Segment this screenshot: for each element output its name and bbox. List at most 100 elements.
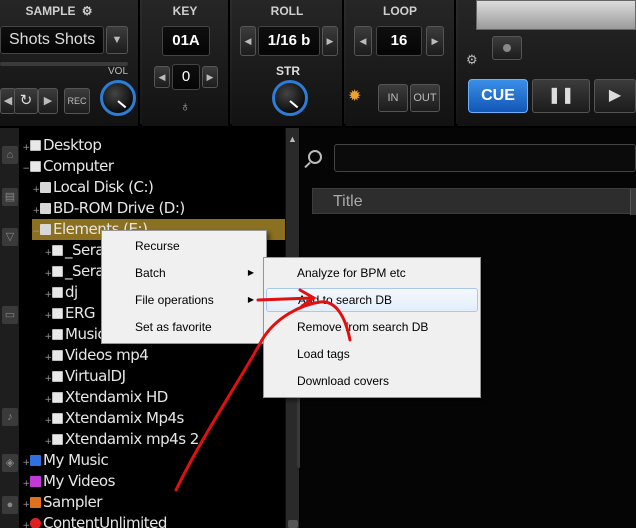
- roll-value[interactable]: 1/16 b: [258, 26, 320, 56]
- sample-select[interactable]: Shots Shots: [0, 26, 104, 54]
- key-down-button[interactable]: ◀: [154, 66, 170, 88]
- tree-item-label: _Sera: [65, 241, 105, 259]
- pause-button[interactable]: ❚❚: [532, 79, 590, 113]
- menu-item-recurse[interactable]: Recurse: [104, 234, 264, 258]
- menu-item-load-tags[interactable]: Load tags: [266, 342, 478, 366]
- tree-item-label: Local Disk (C:): [53, 178, 154, 196]
- tree-item-xtendamix-mp4s-2[interactable]: + Xtendamix mp4s 2: [44, 429, 285, 450]
- loop-title: LOOP: [382, 4, 417, 18]
- rec-button[interactable]: REC: [64, 88, 90, 114]
- gear-icon[interactable]: ⚙: [82, 4, 93, 18]
- loop-panel: LOOP ◀ 16 ▶ ✹ IN OUT: [346, 0, 456, 126]
- arrow-right-icon: ▶: [206, 72, 214, 82]
- loop-sample-button[interactable]: ↻: [14, 88, 38, 114]
- tree-item-contentunlimited[interactable]: + ContentUnlimited: [22, 513, 285, 528]
- tree-item-label: dj: [65, 283, 78, 301]
- tree-item-bd-rom[interactable]: + BD-ROM Drive (D:): [32, 198, 285, 219]
- disc-icon: [40, 203, 51, 214]
- tree-item-xtendamix-hd[interactable]: + Xtendamix HD: [44, 387, 285, 408]
- loop-out-button[interactable]: OUT: [410, 84, 440, 112]
- refresh-icon: ↻: [19, 92, 33, 109]
- key-pitch-value[interactable]: 0: [172, 64, 200, 90]
- folder-icon: [52, 266, 63, 277]
- loop-value[interactable]: 16: [376, 26, 422, 56]
- sampler-tool-icon[interactable]: ▤: [2, 188, 18, 206]
- roll-down-button[interactable]: ◀: [240, 26, 256, 56]
- play-sample-button[interactable]: ▶: [38, 88, 58, 114]
- search-input[interactable]: [334, 144, 636, 172]
- monitor-icon[interactable]: ▭: [2, 306, 18, 324]
- folder-icon: [52, 371, 63, 382]
- key-up-button[interactable]: ▶: [202, 66, 218, 88]
- column-header-title[interactable]: Title: [312, 188, 636, 215]
- play-button[interactable]: ▶: [594, 79, 636, 113]
- expand-icon[interactable]: +: [22, 516, 30, 528]
- loop-down-button[interactable]: ◀: [354, 26, 372, 56]
- music-note-icon[interactable]: ♪: [2, 408, 18, 426]
- drive-icon: [40, 224, 51, 235]
- menu-item-batch[interactable]: Batch ▶: [104, 261, 264, 285]
- tree-item-computer[interactable]: − Computer: [22, 156, 285, 177]
- menu-item-analyze-bpm[interactable]: Analyze for BPM etc: [266, 261, 478, 285]
- folder-icon: [52, 245, 63, 256]
- computer-icon: [30, 161, 41, 172]
- network-icon[interactable]: ⌂: [2, 146, 18, 164]
- key-title: KEY: [172, 4, 198, 18]
- collapse-icon[interactable]: −: [22, 159, 30, 180]
- menu-item-set-as-favorite[interactable]: Set as favorite: [104, 315, 264, 339]
- sample-dropdown-button[interactable]: ▼: [106, 26, 128, 54]
- tree-item-xtendamix-mp4s[interactable]: + Xtendamix Mp4s: [44, 408, 285, 429]
- str-knob[interactable]: [272, 80, 308, 116]
- roll-up-button[interactable]: ▶: [322, 26, 338, 56]
- arrow-left-icon: ◀: [359, 36, 367, 46]
- menu-item-file-operations[interactable]: File operations ▶: [104, 288, 264, 312]
- batch-submenu: Analyze for BPM etc Add to search DB Rem…: [263, 257, 481, 398]
- submenu-arrow-icon: ▶: [247, 268, 254, 277]
- filter-icon[interactable]: ▽: [2, 228, 18, 246]
- cue-button[interactable]: CUE: [468, 79, 528, 113]
- menu-item-label: Set as favorite: [135, 320, 212, 334]
- scroll-thumb[interactable]: [288, 520, 298, 528]
- tree-item-my-music[interactable]: + My Music: [22, 450, 285, 471]
- folder-icon: [52, 434, 63, 445]
- play-icon: ▶: [43, 95, 53, 107]
- tree-item-desktop[interactable]: + Desktop: [22, 135, 285, 156]
- submenu-arrow-icon: ▶: [247, 295, 254, 304]
- tree-item-sampler[interactable]: + Sampler: [22, 492, 285, 513]
- tree-item-label: VirtualDJ: [65, 367, 126, 385]
- loop-light-icon[interactable]: ✹: [348, 86, 361, 106]
- column-title-label: Title: [333, 193, 363, 210]
- tree-item-label: BD-ROM Drive (D:): [53, 199, 185, 217]
- deck-option-button[interactable]: [492, 36, 522, 60]
- pause-icon: ❚❚: [547, 87, 575, 104]
- key-lock-icon[interactable]: ♁: [180, 98, 191, 114]
- loop-up-button[interactable]: ▶: [426, 26, 444, 56]
- vol-knob[interactable]: [100, 80, 136, 116]
- menu-item-label: Remove from search DB: [297, 320, 429, 334]
- collapse-icon[interactable]: −: [32, 222, 40, 243]
- side-toolbar: ⌂ ▤ ▽ ▭ ♪ ◈ ●: [0, 128, 20, 528]
- folder-icon: [52, 392, 63, 403]
- tag-icon[interactable]: ◈: [2, 454, 18, 472]
- key-value[interactable]: 01A: [162, 26, 210, 56]
- search-icon: [308, 150, 322, 164]
- sample-panel: SAMPLE ⚙ Shots Shots ▼ ◀ ↻ ▶ REC VOL: [0, 0, 140, 126]
- menu-item-label: Analyze for BPM etc: [297, 266, 406, 280]
- tree-item-videos-mp4[interactable]: + Videos mp4: [44, 345, 285, 366]
- menu-item-label: File operations: [135, 293, 214, 307]
- loop-in-button[interactable]: IN: [378, 84, 408, 112]
- tree-item-virtualdj[interactable]: + VirtualDJ: [44, 366, 285, 387]
- menu-item-add-to-search-db[interactable]: Add to search DB: [266, 288, 478, 312]
- folder-icon: [52, 413, 63, 424]
- play-icon: ▶: [608, 87, 622, 104]
- menu-item-download-covers[interactable]: Download covers: [266, 369, 478, 393]
- user-icon[interactable]: ●: [2, 496, 18, 514]
- chevron-down-icon: ▼: [111, 34, 123, 46]
- gear-icon[interactable]: ⚙: [466, 52, 478, 68]
- tree-item-local-disk[interactable]: + Local Disk (C:): [32, 177, 285, 198]
- scroll-up-icon[interactable]: ▲: [288, 134, 297, 144]
- vol-label: VOL: [108, 66, 129, 77]
- column-resize-handle[interactable]: [630, 189, 636, 215]
- menu-item-remove-from-search-db[interactable]: Remove from search DB: [266, 315, 478, 339]
- tree-item-my-videos[interactable]: + My Videos: [22, 471, 285, 492]
